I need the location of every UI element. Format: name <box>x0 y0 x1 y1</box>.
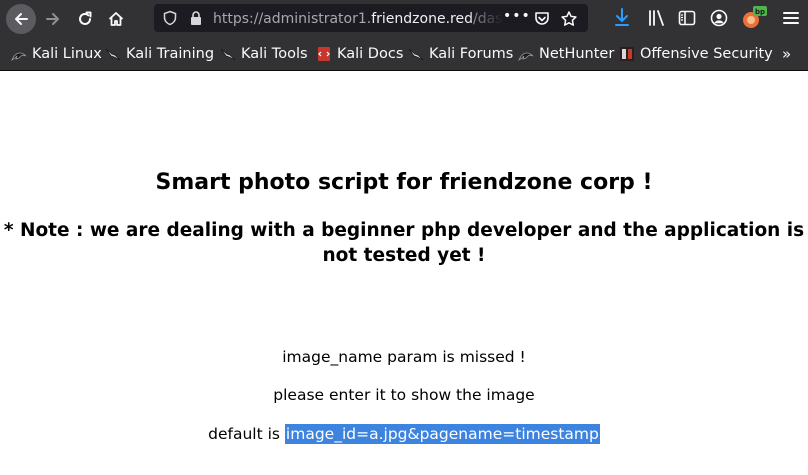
page-actions-more-icon[interactable]: ••• <box>503 8 531 24</box>
bookmark-label: Kali Training <box>126 46 215 62</box>
selected-default-params: image_id=a.jpg&pagename=timestamp <box>284 424 600 444</box>
home-button[interactable] <box>101 4 131 34</box>
bookmark-kali-forums[interactable]: Kali Forums <box>408 37 513 71</box>
arrow-left-icon <box>15 13 28 25</box>
page-title: Smart photo script for friendzone corp ! <box>155 170 653 195</box>
tracking-shield-icon[interactable] <box>162 10 178 26</box>
url-host: friendzone.red <box>371 11 473 27</box>
offsec-icon <box>620 47 634 61</box>
bookmark-label: Kali Tools <box>241 46 308 62</box>
reload-icon <box>79 11 92 25</box>
page-note: * Note : we are dealing with a beginner … <box>3 220 805 266</box>
bookmark-kali-linux[interactable]: Kali Linux <box>11 37 102 71</box>
bookmark-label: Kali Docs <box>337 46 404 62</box>
lock-icon[interactable] <box>189 10 203 26</box>
address-bar[interactable]: https://administrator1.friendzone.red/da… <box>154 4 588 32</box>
bookmarks-toolbar: Kali Linux Kali Training Kali Tools Kali… <box>0 37 808 71</box>
page-content: Smart photo script for friendzone corp !… <box>0 72 808 475</box>
burp-proxy-icon[interactable]: bp <box>741 6 767 30</box>
missing-param-message: image_name param is missed ! <box>282 348 526 366</box>
pocket-icon[interactable] <box>533 10 551 28</box>
kali-dragon-icon <box>408 48 424 61</box>
arrow-right-icon <box>46 13 59 25</box>
url-text[interactable]: https://administrator1.friendzone.red/da… <box>213 11 503 27</box>
bookmark-label: NetHunter <box>539 46 615 62</box>
hamburger-menu-icon[interactable] <box>782 8 800 28</box>
bookmark-label: Kali Linux <box>32 46 102 62</box>
download-icon[interactable] <box>614 8 630 28</box>
url-suffix: /das <box>472 11 503 27</box>
account-icon[interactable] <box>709 8 729 28</box>
bookmark-kali-docs[interactable]: Kali Docs <box>316 37 403 71</box>
bookmarks-overflow-button[interactable]: » <box>782 45 791 63</box>
bookmark-label: Kali Forums <box>429 46 514 62</box>
kali-docs-icon <box>318 47 330 61</box>
kali-dragon-icon <box>518 52 534 62</box>
kali-dragon-icon <box>11 52 27 62</box>
bookmark-nethunter[interactable]: NetHunter <box>518 37 614 71</box>
svg-text:bp: bp <box>755 8 765 16</box>
kali-dragon-icon <box>220 48 236 61</box>
bookmark-star-icon[interactable] <box>560 10 578 28</box>
instruction-message: please enter it to show the image <box>273 386 535 404</box>
back-button[interactable] <box>6 4 36 34</box>
reload-button[interactable] <box>70 4 100 34</box>
home-icon <box>108 12 124 26</box>
browser-toolbar: https://administrator1.friendzone.red/da… <box>0 0 808 37</box>
sidebar-icon[interactable] <box>677 8 697 28</box>
bookmark-kali-training[interactable]: Kali Training <box>105 37 214 71</box>
default-param-prefix: default is <box>208 425 285 443</box>
kali-dragon-icon <box>105 48 121 61</box>
default-param-line: default is image_id=a.jpg&pagename=times… <box>0 424 808 444</box>
forward-button[interactable] <box>38 4 68 34</box>
url-prefix: https://administrator1. <box>213 11 372 27</box>
bookmark-kali-tools[interactable]: Kali Tools <box>220 37 308 71</box>
bookmark-label: Offensive Security <box>640 46 773 62</box>
library-icon[interactable] <box>647 8 667 28</box>
bookmark-offensive-security[interactable]: Offensive Security <box>619 37 773 71</box>
